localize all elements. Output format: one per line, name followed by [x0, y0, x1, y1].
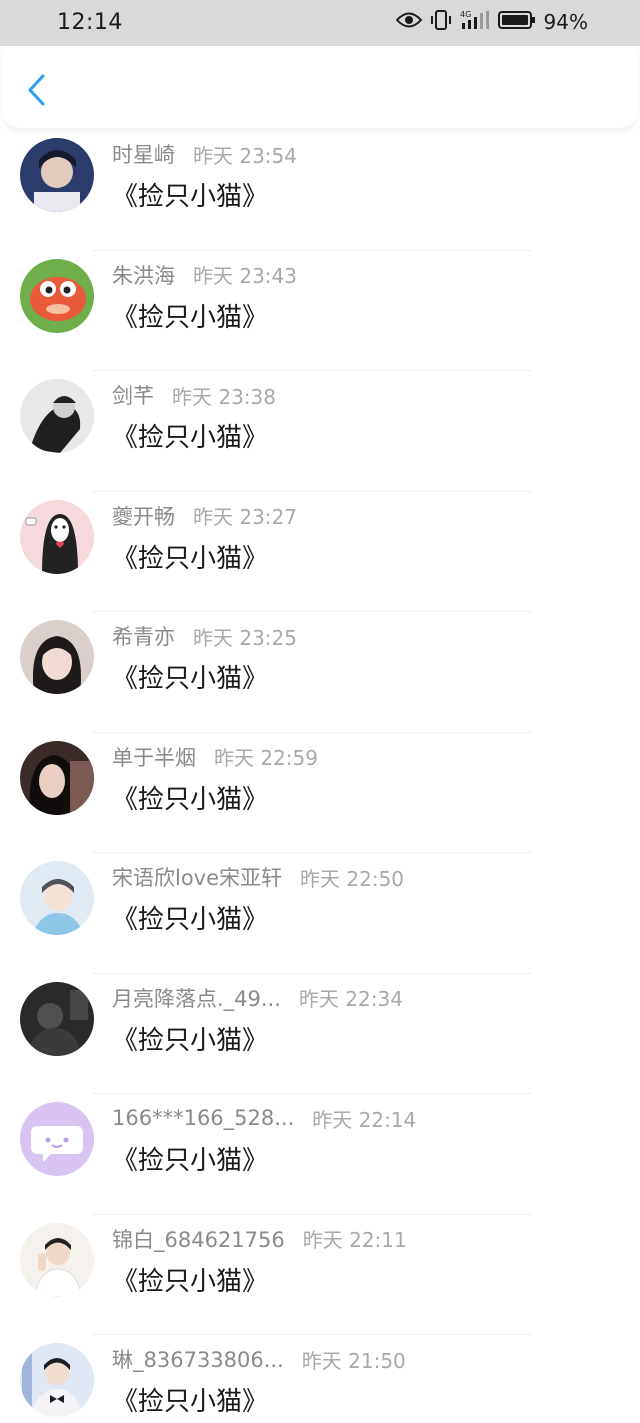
status-time: 12:14: [57, 10, 123, 35]
comment-text: 《捡只小猫》: [112, 182, 269, 212]
username[interactable]: 希青亦: [112, 621, 175, 651]
comment-list: 时星崎 昨天 23:54 《捡只小猫》 朱洪海 昨天 23:43 《捡只小猫》 剑芊 昨天 2…: [0, 130, 640, 1423]
comment-row[interactable]: 夔开畅 昨天 23:27 《捡只小猫》: [0, 492, 640, 612]
comment-meta: 琳_836733806... 昨天 21:50: [112, 1343, 406, 1375]
comment-meta: 夔开畅 昨天 23:27: [112, 500, 297, 532]
username[interactable]: 时星崎: [112, 139, 175, 169]
comment-meta: 朱洪海 昨天 23:43: [112, 259, 297, 291]
timestamp: 昨天 22:50: [300, 866, 405, 891]
timestamp: 昨天 23:27: [193, 505, 297, 529]
timestamp: 昨天 23:38: [172, 384, 276, 409]
comment-text: 《捡只小猫》: [112, 784, 269, 815]
comment-row[interactable]: 月亮降落点._49... 昨天 22:34 《捡只小猫》: [0, 974, 640, 1094]
status-icons: 4G 94%: [395, 9, 588, 35]
comment-meta: 剑芊 昨天 23:38: [112, 379, 276, 411]
username[interactable]: 琳_836733806...: [112, 1344, 284, 1374]
avatar[interactable]: [20, 499, 94, 574]
comment-meta: 单于半烟 昨天 22:59: [112, 741, 318, 773]
username[interactable]: 166***166_528...: [112, 1106, 294, 1130]
comment-text: 《捡只小猫》: [112, 1146, 269, 1176]
username[interactable]: 单于半烟: [112, 742, 196, 772]
avatar[interactable]: [20, 1102, 94, 1176]
comment-meta: 月亮降落点._49... 昨天 22:34: [112, 982, 403, 1014]
comment-row[interactable]: 宋语欣love宋亚轩 昨天 22:50 《捡只小猫》: [0, 853, 640, 974]
username[interactable]: 宋语欣love宋亚轩: [112, 862, 282, 892]
comment-text: 《捡只小猫》: [112, 543, 269, 574]
back-button[interactable]: [20, 70, 52, 110]
comment-row[interactable]: 琳_836733806... 昨天 21:50 《捡只小猫》: [0, 1335, 640, 1423]
battery-percent: 94%: [543, 10, 588, 34]
comment-meta: 时星崎 昨天 23:54: [112, 138, 297, 170]
avatar[interactable]: [20, 740, 94, 815]
avatar[interactable]: [20, 1222, 94, 1297]
comment-row[interactable]: 希青亦 昨天 23:25 《捡只小猫》: [0, 612, 640, 733]
comment-row[interactable]: 剑芊 昨天 23:38 《捡只小猫》: [0, 371, 640, 492]
timestamp: 昨天 23:25: [193, 625, 297, 650]
comment-row[interactable]: 朱洪海 昨天 23:43 《捡只小猫》: [0, 251, 640, 371]
avatar[interactable]: [20, 861, 94, 935]
header-bar: [2, 48, 638, 128]
avatar[interactable]: [20, 620, 94, 694]
timestamp: 昨天 21:50: [301, 1348, 406, 1373]
timestamp: 昨天 23:54: [193, 143, 297, 168]
comment-meta: 166***166_528... 昨天 22:14: [112, 1102, 416, 1134]
network-label: 4G: [460, 10, 471, 19]
comment-text: 《捡只小猫》: [112, 1266, 269, 1297]
comment-text: 《捡只小猫》: [112, 423, 269, 453]
comment-row[interactable]: 单于半烟 昨天 22:59 《捡只小猫》: [0, 733, 640, 853]
timestamp: 昨天 23:43: [193, 264, 297, 288]
timestamp: 昨天 22:34: [298, 987, 403, 1011]
timestamp: 昨天 22:59: [214, 746, 318, 770]
username[interactable]: 月亮降落点._49...: [112, 983, 281, 1013]
timestamp: 昨天 22:14: [312, 1107, 417, 1132]
comment-text: 《捡只小猫》: [112, 664, 269, 694]
eye-icon: [395, 11, 422, 33]
avatar[interactable]: [20, 258, 94, 333]
comment-text: 《捡只小猫》: [112, 1387, 269, 1417]
comment-meta: 锦白_684621756 昨天 22:11: [112, 1223, 407, 1255]
timestamp: 昨天 22:11: [302, 1228, 407, 1252]
username[interactable]: 朱洪海: [112, 260, 175, 290]
comment-row[interactable]: 166***166_528... 昨天 22:14 《捡只小猫》: [0, 1094, 640, 1215]
avatar[interactable]: [20, 1343, 94, 1417]
signal-icon: 4G: [460, 9, 490, 35]
comment-row[interactable]: 时星崎 昨天 23:54 《捡只小猫》: [0, 130, 640, 251]
comment-text: 《捡只小猫》: [112, 1025, 269, 1056]
comment-meta: 宋语欣love宋亚轩 昨天 22:50: [112, 861, 404, 893]
avatar[interactable]: [20, 379, 94, 453]
comment-text: 《捡只小猫》: [112, 905, 269, 935]
username[interactable]: 夔开畅: [112, 501, 175, 531]
avatar[interactable]: [20, 981, 94, 1056]
comment-row[interactable]: 锦白_684621756 昨天 22:11 《捡只小猫》: [0, 1215, 640, 1335]
username[interactable]: 锦白_684621756: [112, 1224, 285, 1254]
battery-icon: [497, 10, 536, 34]
status-bar: 12:14 4G 94%: [0, 0, 640, 46]
username[interactable]: 剑芊: [112, 380, 154, 410]
comment-meta: 希青亦 昨天 23:25: [112, 620, 297, 652]
vibrate-icon: [430, 9, 452, 35]
comment-text: 《捡只小猫》: [112, 302, 269, 333]
avatar[interactable]: [20, 138, 94, 212]
chevron-left-icon: [28, 74, 45, 106]
